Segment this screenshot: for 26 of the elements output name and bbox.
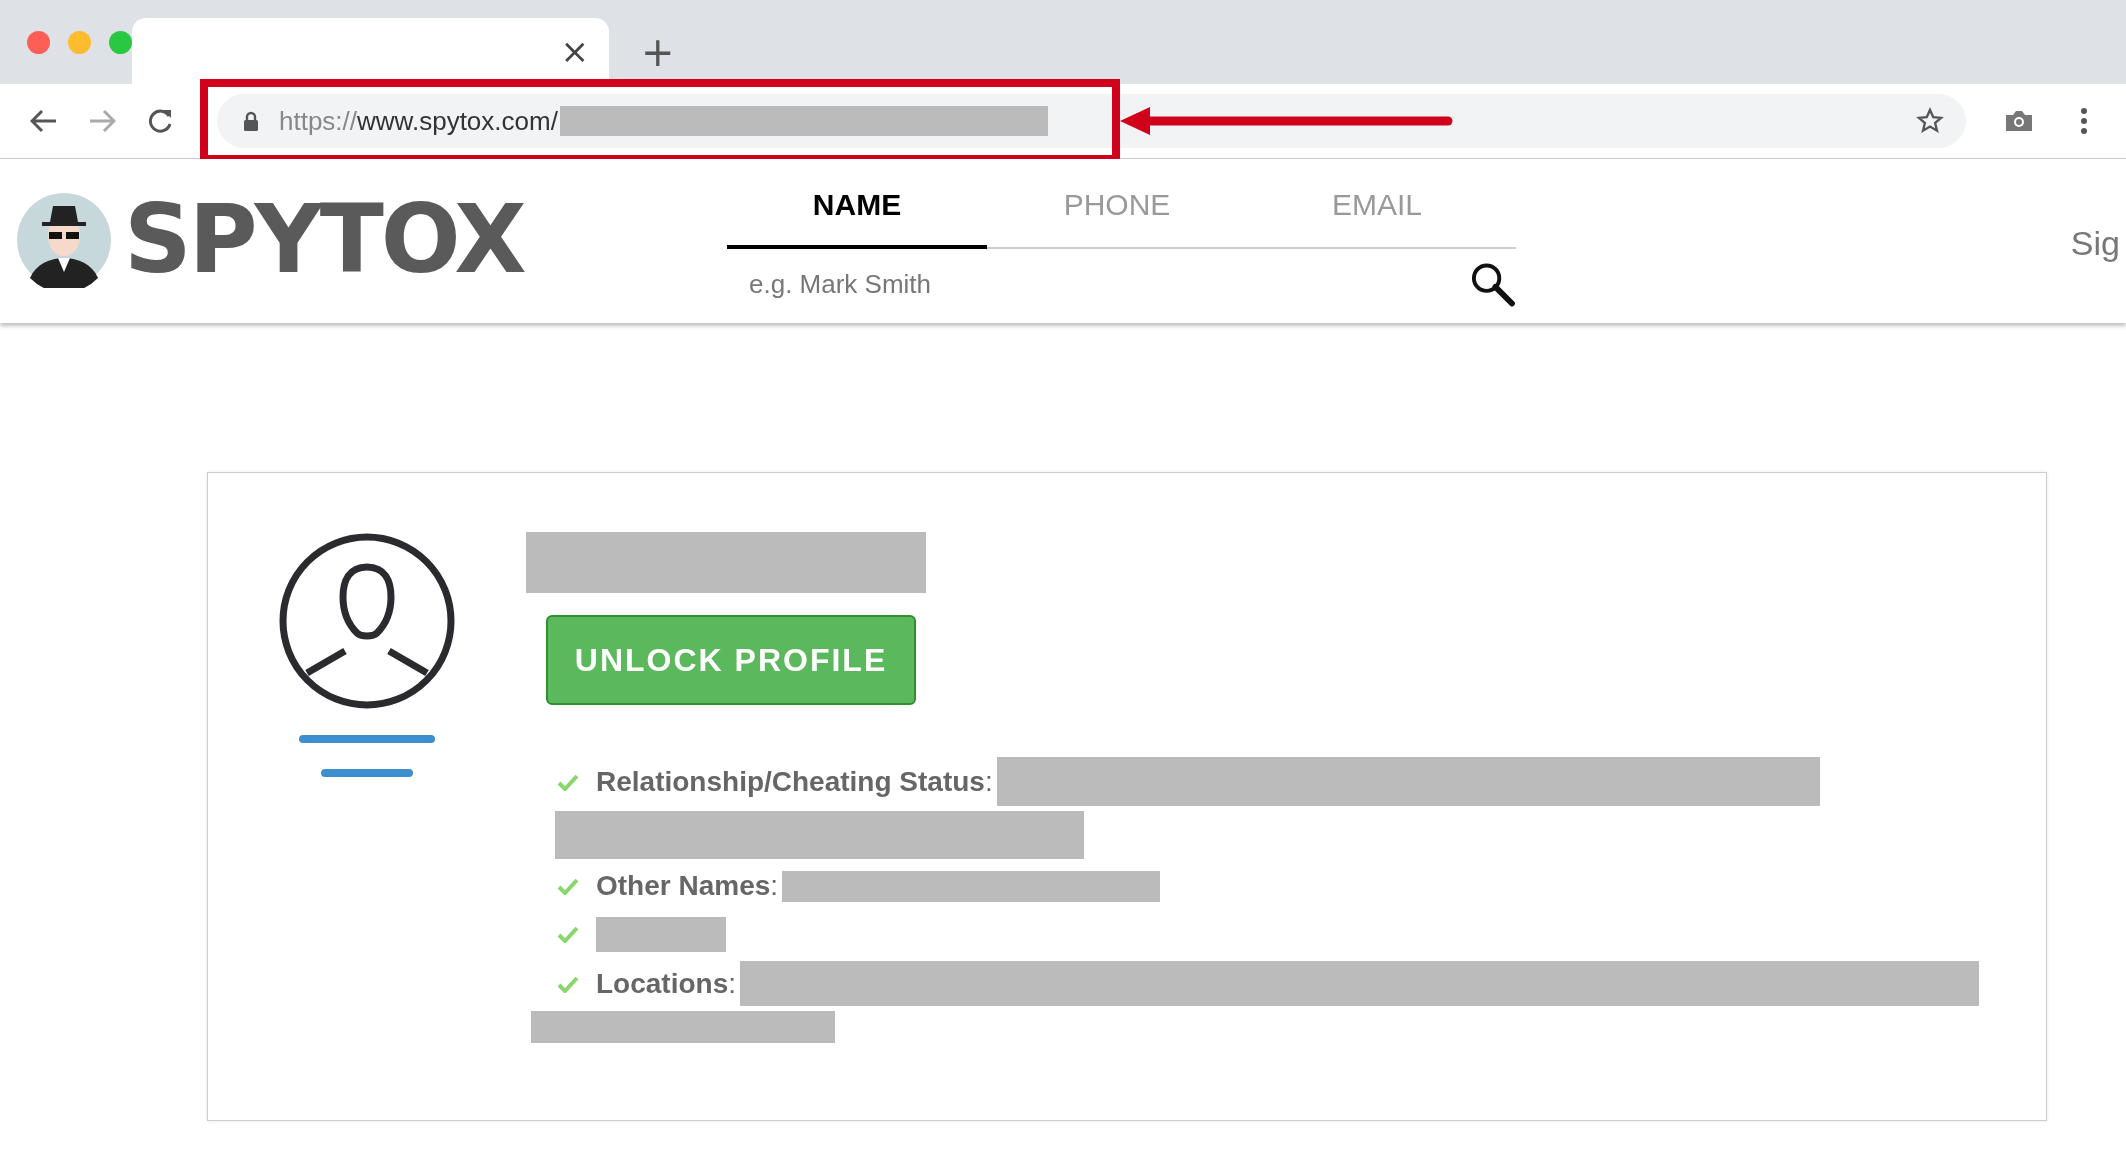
url-text: https://www.spytox.com/ <box>279 105 558 137</box>
detail-label: Other Names: <box>596 870 779 902</box>
check-icon <box>557 877 579 895</box>
search-tab[interactable]: NAME <box>727 159 987 249</box>
user-avatar-icon <box>279 533 455 709</box>
check-icon <box>557 772 579 791</box>
close-tab-button[interactable]: × <box>554 34 595 68</box>
search-tab[interactable]: EMAIL <box>1247 159 1507 249</box>
address-bar[interactable]: https://www.spytox.com/ <box>217 94 1966 148</box>
menu-icon[interactable] <box>2080 107 2088 135</box>
lock-icon <box>243 111 259 131</box>
sign-in-link[interactable]: Sig <box>2070 224 2126 263</box>
logo-text: SPYTOX <box>124 193 524 287</box>
star-icon[interactable] <box>1916 107 1944 135</box>
check-icon <box>557 974 579 993</box>
check-icon <box>557 925 579 943</box>
reload-icon[interactable] <box>146 107 174 135</box>
search-tab[interactable]: PHONE <box>987 159 1247 249</box>
camera-icon[interactable] <box>2004 109 2034 133</box>
detail-label: Locations: <box>596 967 736 1000</box>
name-search-field[interactable]: e.g. Mark Smith <box>747 267 1436 301</box>
back-icon[interactable] <box>30 109 58 133</box>
new-tab-button[interactable]: + <box>635 32 681 72</box>
search-icon[interactable] <box>1469 260 1516 308</box>
detail-label: Relationship/Cheating Status: <box>596 765 993 798</box>
browser-tab[interactable]: × <box>132 18 609 84</box>
